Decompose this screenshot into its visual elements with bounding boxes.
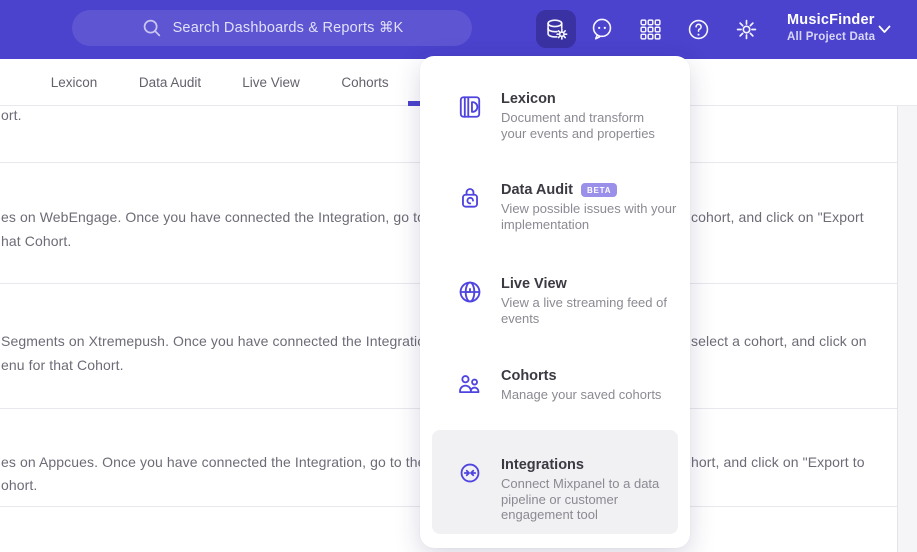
row3-text-left-2: enu for that Cohort. — [1, 357, 124, 373]
database-gear-icon — [543, 16, 569, 42]
project-subtitle: All Project Data — [787, 31, 876, 43]
data-audit-lock-icon — [457, 185, 483, 211]
tab-live-view[interactable]: Live View — [242, 75, 300, 90]
lexicon-book-icon — [457, 94, 483, 120]
menu-item-title: Lexicon — [501, 91, 556, 107]
row3-text-right-1: select a cohort, and click on — [691, 333, 867, 349]
search-input[interactable]: Search Dashboards & Reports ⌘K — [72, 10, 472, 46]
help-button[interactable] — [686, 17, 710, 41]
tab-data-audit[interactable]: Data Audit — [139, 75, 201, 90]
menu-item-title: Data Audit BETA — [501, 182, 618, 198]
search-placeholder: Search Dashboards & Reports ⌘K — [172, 20, 404, 36]
row3-text-left-1: Segments on Xtremepush. Once you have co… — [1, 333, 438, 349]
beta-badge: BETA — [580, 183, 618, 197]
feedback-chat-icon — [589, 16, 615, 42]
menu-item-title: Integrations — [501, 457, 584, 473]
top-nav-bar: Search Dashboards & Reports ⌘K MusicFind… — [0, 0, 917, 59]
menu-item-title: Live View — [501, 276, 567, 292]
menu-item-description: Document and transform your events and p… — [501, 110, 655, 141]
cohorts-users-icon — [457, 371, 483, 397]
menu-item-description: Connect Mixpanel to a data pipeline or c… — [501, 476, 660, 522]
tab-lexicon[interactable]: Lexicon — [51, 75, 98, 90]
gear-icon — [734, 17, 759, 42]
settings-button[interactable] — [734, 17, 758, 41]
row4-text-right-1: hort, and click on "Export to — [691, 454, 865, 470]
apps-grid-button[interactable] — [638, 17, 662, 41]
menu-item-description: View possible issues with your implement… — [501, 201, 677, 232]
mixpanel-app: ort. es on WebEngage. Once you have conn… — [0, 0, 917, 552]
project-switcher[interactable]: MusicFinder All Project Data — [787, 12, 875, 43]
row1-text-left: ort. — [1, 107, 22, 123]
help-icon — [686, 17, 711, 42]
row4-text-left-1: es on Appcues. Once you have connected t… — [1, 454, 442, 470]
menu-item-description: View a live streaming feed of events — [501, 295, 667, 326]
row4-text-left-2: ohort. — [1, 477, 38, 493]
project-name: MusicFinder — [787, 12, 875, 28]
scroll-gutter[interactable] — [897, 106, 917, 552]
menu-item-description: Manage your saved cohorts — [501, 387, 662, 402]
live-view-globe-icon — [457, 279, 483, 305]
tab-cohorts[interactable]: Cohorts — [341, 75, 388, 90]
data-management-button[interactable] — [536, 10, 576, 48]
feedback-button[interactable] — [590, 17, 614, 41]
search-icon — [141, 17, 163, 39]
row2-text-left-1: es on WebEngage. Once you have connected… — [1, 209, 449, 225]
integrations-sync-icon — [457, 460, 483, 486]
menu-item-title: Cohorts — [501, 368, 557, 384]
apps-grid-icon — [638, 17, 663, 42]
chevron-down-icon[interactable] — [878, 25, 891, 34]
row2-text-right-1: cohort, and click on "Export — [691, 209, 864, 225]
nav-dropdown-menu: Lexicon Document and transform your even… — [420, 56, 690, 548]
row2-text-left-2: hat Cohort. — [1, 233, 72, 249]
